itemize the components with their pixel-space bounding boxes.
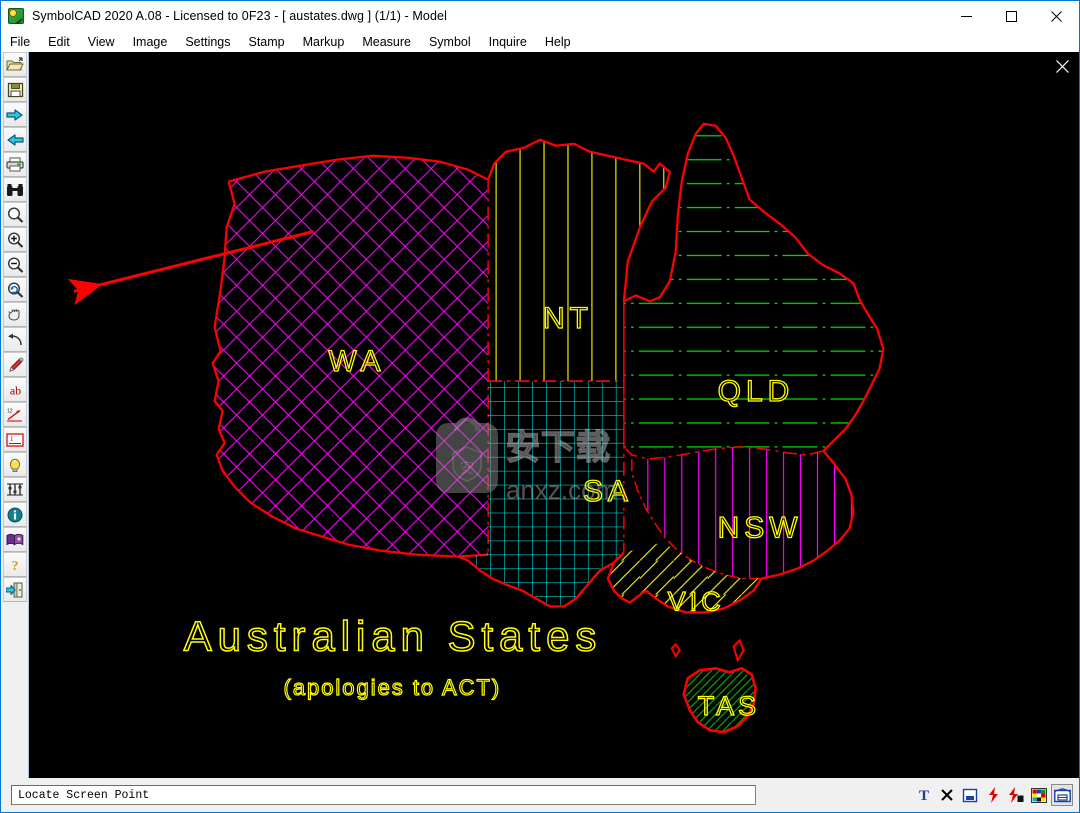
window-title: SymbolCAD 2020 A.08 - Licensed to 0F23 -… — [32, 9, 447, 23]
svg-text:?: ? — [12, 559, 19, 573]
drawing-title: Australian States — [184, 612, 603, 659]
state-region-wa[interactable]: WA — [211, 154, 489, 558]
undo-arrow-icon[interactable] — [3, 327, 27, 352]
book-icon[interactable] — [3, 527, 27, 552]
delete-x-icon[interactable] — [936, 784, 958, 806]
status-message-field[interactable]: Locate Screen Point — [11, 785, 756, 805]
svg-text:12: 12 — [7, 408, 13, 414]
settings-sliders-icon[interactable] — [3, 477, 27, 502]
open-folder-icon[interactable] — [3, 52, 27, 77]
window-panel-icon[interactable] — [959, 784, 981, 806]
magnifier-icon[interactable] — [3, 202, 27, 227]
symbolcad-window: SymbolCAD 2020 A.08 - Licensed to 0F23 -… — [0, 0, 1080, 813]
state-label-nt: NT — [543, 302, 593, 335]
state-label-wa: WA — [328, 345, 385, 378]
lightbulb-icon[interactable] — [3, 452, 27, 477]
zoom-previous-icon[interactable] — [3, 277, 27, 302]
drawing-subtitle: (apologies to ACT) — [284, 675, 502, 700]
lightning-icon[interactable] — [982, 784, 1004, 806]
australia-states-drawing: WA NT QLD SA NSW VIC TAS Australian Stat… — [67, 122, 885, 734]
state-label-vic: VIC — [668, 586, 725, 616]
line-number-icon[interactable]: 1 — [3, 427, 27, 452]
drawing-canvas[interactable]: WA NT QLD SA NSW VIC TAS Australian Stat… — [29, 52, 1079, 778]
menu-help[interactable]: Help — [536, 33, 580, 51]
text-tool-icon[interactable]: T — [913, 784, 935, 806]
close-button[interactable] — [1034, 1, 1079, 31]
window-controls — [944, 1, 1079, 31]
menu-inquire[interactable]: Inquire — [480, 33, 536, 51]
island-marker-east — [732, 638, 745, 663]
menu-settings[interactable]: Settings — [176, 33, 239, 51]
state-label-tas: TAS — [698, 691, 760, 721]
menu-file[interactable]: File — [1, 33, 39, 51]
text-ab-icon[interactable]: ab — [3, 377, 27, 402]
dimension-icon[interactable]: 12 — [3, 402, 27, 427]
status-icon-group: T — [912, 784, 1073, 806]
menu-stamp[interactable]: Stamp — [240, 33, 294, 51]
left-toolbar: ab 12 1 ? — [2, 52, 29, 778]
info-icon[interactable] — [3, 502, 27, 527]
svg-text:1: 1 — [10, 435, 14, 443]
zoom-out-icon[interactable] — [3, 252, 27, 277]
symbolcad-app-icon — [8, 8, 24, 24]
printer-icon[interactable] — [3, 152, 27, 177]
menu-bar: File Edit View Image Settings Stamp Mark… — [1, 31, 1079, 53]
state-region-tas[interactable]: TAS — [682, 666, 760, 734]
pencil-icon[interactable] — [3, 352, 27, 377]
svg-text:T: T — [919, 788, 929, 803]
menu-measure[interactable]: Measure — [353, 33, 420, 51]
layout-frame-icon[interactable] — [1051, 784, 1073, 806]
title-bar: SymbolCAD 2020 A.08 - Licensed to 0F23 -… — [1, 1, 1079, 31]
state-label-nsw: NSW — [718, 512, 803, 545]
workspace: ab 12 1 ? WA NT QLD SA NSW VIC TAS Austr… — [1, 52, 1079, 778]
status-bar: Locate Screen Point T — [1, 778, 1079, 812]
arrow-left-icon[interactable] — [3, 127, 27, 152]
save-disk-icon[interactable] — [3, 77, 27, 102]
menu-image[interactable]: Image — [124, 33, 177, 51]
status-message: Locate Screen Point — [18, 788, 150, 802]
help-question-icon[interactable]: ? — [3, 552, 27, 577]
state-label-sa: SA — [583, 475, 633, 508]
maximize-button[interactable] — [989, 1, 1034, 31]
state-label-qld: QLD — [718, 375, 795, 408]
menu-symbol[interactable]: Symbol — [420, 33, 480, 51]
pan-hand-icon[interactable] — [3, 302, 27, 327]
exit-door-icon[interactable] — [3, 577, 27, 602]
color-palette-icon[interactable] — [1028, 784, 1050, 806]
zoom-in-icon[interactable] — [3, 227, 27, 252]
binoculars-icon[interactable] — [3, 177, 27, 202]
menu-edit[interactable]: Edit — [39, 33, 79, 51]
svg-text:ab: ab — [9, 383, 20, 397]
canvas-close-icon[interactable] — [1053, 57, 1071, 75]
arrow-right-icon[interactable] — [3, 102, 27, 127]
menu-markup[interactable]: Markup — [294, 33, 354, 51]
lightning-lock-icon[interactable] — [1005, 784, 1027, 806]
island-marker-west — [670, 642, 681, 659]
minimize-button[interactable] — [944, 1, 989, 31]
menu-view[interactable]: View — [79, 33, 124, 51]
